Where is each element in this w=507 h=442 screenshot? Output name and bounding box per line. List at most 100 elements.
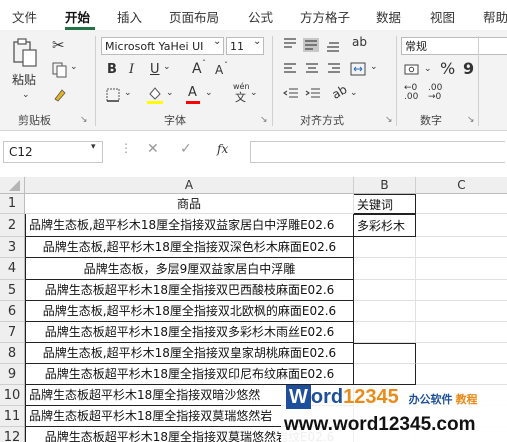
name-box[interactable]: C12 <box>3 141 103 163</box>
underline-chevron-icon[interactable]: ⌄ <box>163 62 171 72</box>
merge-chevron-icon[interactable]: ⌄ <box>370 62 378 72</box>
product-cell[interactable]: 品牌生态板,超平杉木18厘全指接双深色杉木麻面E02.6 <box>25 237 354 258</box>
italic-button[interactable]: I <box>129 62 134 77</box>
paste-dropdown-icon[interactable]: ⌄ <box>22 90 30 100</box>
header-cell-keyword[interactable]: 关键词 <box>354 194 416 214</box>
underline-button[interactable]: U <box>150 62 160 77</box>
column-header-a[interactable]: A <box>25 177 354 194</box>
row-header[interactable]: 8 <box>0 343 25 364</box>
tab-fangfang-gezi[interactable]: 方方格子 <box>300 7 350 26</box>
increase-indent-icon[interactable] <box>305 88 321 100</box>
paste-icon[interactable] <box>11 38 39 68</box>
empty-cell[interactable] <box>416 214 507 237</box>
empty-cell[interactable] <box>416 322 507 343</box>
column-header-b[interactable]: B <box>354 177 416 194</box>
formula-input[interactable] <box>250 141 505 163</box>
empty-cell[interactable] <box>416 364 507 385</box>
keyword-cell[interactable] <box>354 237 416 258</box>
copy-icon[interactable] <box>52 62 68 78</box>
row-header[interactable]: 12 <box>0 427 25 442</box>
comma-style-button[interactable]: 9 <box>463 59 474 78</box>
keyword-cell[interactable] <box>354 258 416 280</box>
percent-style-button[interactable]: % <box>440 59 455 78</box>
tab-help[interactable]: 帮助 <box>483 7 507 26</box>
product-cell[interactable]: 品牌生态板,超平杉木18厘全指接双皇家胡桃麻面E02.6 <box>25 343 354 364</box>
column-header-c[interactable]: C <box>416 177 507 194</box>
cancel-icon[interactable]: ✕ <box>147 141 159 157</box>
font-name-chevron-icon[interactable]: ⌄ <box>213 36 221 47</box>
tab-view[interactable]: 视图 <box>430 7 455 26</box>
empty-cell[interactable] <box>416 258 507 280</box>
font-name-dropdown[interactable]: Microsoft YaHei UI <box>101 37 224 55</box>
font-size-chevron-icon[interactable]: ⌄ <box>253 36 261 47</box>
decrease-indent-icon[interactable] <box>283 88 299 100</box>
phonetic-chevron-icon[interactable]: ⌄ <box>250 88 258 98</box>
align-right-icon[interactable] <box>327 63 341 75</box>
row-header[interactable]: 4 <box>0 258 25 280</box>
product-cell[interactable]: 品牌生态板,超平杉木18厘全指接双益家居白中浮雕E02.6 <box>25 214 354 237</box>
empty-cell[interactable] <box>416 343 507 364</box>
font-color-button[interactable]: A <box>188 85 197 100</box>
fill-color-chevron-icon[interactable]: ⌄ <box>166 88 174 98</box>
row-header[interactable]: 1 <box>0 194 25 214</box>
clipboard-launcher-icon[interactable]: ↘ <box>80 115 88 125</box>
empty-cell[interactable] <box>416 280 507 301</box>
name-box-chevron-icon[interactable]: ▾ <box>91 142 96 152</box>
product-cell[interactable]: 品牌生态板超平杉木18厘全指接双多彩杉木雨丝E02.6 <box>25 322 354 343</box>
row-header[interactable]: 3 <box>0 237 25 258</box>
product-cell[interactable]: 品牌生态板超平杉木18厘全指接双印尼布纹麻面E02.6 <box>25 364 354 385</box>
keyword-cell[interactable] <box>354 364 416 385</box>
row-header[interactable]: 11 <box>0 406 25 427</box>
empty-cell[interactable] <box>416 194 507 214</box>
borders-icon[interactable] <box>106 88 120 102</box>
product-cell[interactable]: 品牌生态板，多层9厘双益家居白中浮雕 <box>25 258 354 280</box>
align-middle-icon[interactable] <box>303 38 319 52</box>
format-painter-icon[interactable] <box>52 86 68 102</box>
bold-button[interactable]: B <box>107 62 117 77</box>
row-header[interactable]: 6 <box>0 301 25 322</box>
number-launcher-icon[interactable]: ↘ <box>467 115 475 125</box>
font-color-chevron-icon[interactable]: ⌄ <box>205 88 213 98</box>
orientation-icon[interactable]: ab <box>330 82 350 102</box>
tab-insert[interactable]: 插入 <box>117 7 142 26</box>
copy-dropdown-icon[interactable]: ⌄ <box>70 62 78 72</box>
keyword-cell[interactable] <box>354 280 416 301</box>
increase-decimal-icon[interactable]: ←0.00 <box>404 84 418 102</box>
tab-page-layout[interactable]: 页面布局 <box>169 7 219 26</box>
keyword-cell[interactable] <box>354 301 416 322</box>
row-header[interactable]: 5 <box>0 280 25 301</box>
wrap-text-icon[interactable]: ab <box>352 35 367 49</box>
paste-button[interactable]: 粘贴 <box>12 71 36 88</box>
row-header[interactable]: 9 <box>0 364 25 385</box>
decrease-decimal-icon[interactable]: .00 →0 <box>428 84 442 102</box>
product-cell[interactable]: 品牌生态板,超平杉木18厘全指接双北欧枫的麻面E02.6 <box>25 301 354 322</box>
header-cell-product[interactable]: 商品 <box>25 194 354 214</box>
empty-cell[interactable] <box>416 237 507 258</box>
orientation-chevron-icon[interactable]: ⌄ <box>350 88 358 98</box>
row-header[interactable]: 10 <box>0 385 25 406</box>
tab-file[interactable]: 文件 <box>12 7 37 26</box>
cut-icon[interactable]: ✂ <box>52 36 65 54</box>
product-cell[interactable]: 品牌生态板超平杉木18厘全指接双巴西酸枝麻面E02.6 <box>25 280 354 301</box>
align-left-icon[interactable] <box>283 63 297 75</box>
keyword-cell[interactable]: 多彩杉木 <box>354 214 416 237</box>
number-format-dropdown[interactable]: 常规 <box>401 37 507 55</box>
tab-home[interactable]: 开始 <box>65 7 90 26</box>
keyword-cell[interactable] <box>354 322 416 343</box>
merge-center-icon[interactable] <box>350 62 366 76</box>
grow-font-button[interactable]: A <box>192 61 202 77</box>
accounting-chevron-icon[interactable]: ⌄ <box>424 64 432 74</box>
row-header[interactable]: 2 <box>0 214 25 237</box>
fill-color-icon[interactable] <box>147 86 163 100</box>
align-top-icon[interactable] <box>283 38 297 50</box>
shrink-font-button[interactable]: A <box>215 63 223 77</box>
alignment-launcher-icon[interactable]: ↘ <box>385 115 393 125</box>
row-header[interactable]: 7 <box>0 322 25 343</box>
select-all-corner[interactable] <box>0 177 25 194</box>
tab-formulas[interactable]: 公式 <box>248 7 273 26</box>
tab-data[interactable]: 数据 <box>376 7 401 26</box>
keyword-cell[interactable] <box>354 343 416 364</box>
align-bottom-icon[interactable] <box>326 40 340 52</box>
accounting-format-icon[interactable] <box>404 63 420 77</box>
borders-chevron-icon[interactable]: ⌄ <box>124 88 132 98</box>
